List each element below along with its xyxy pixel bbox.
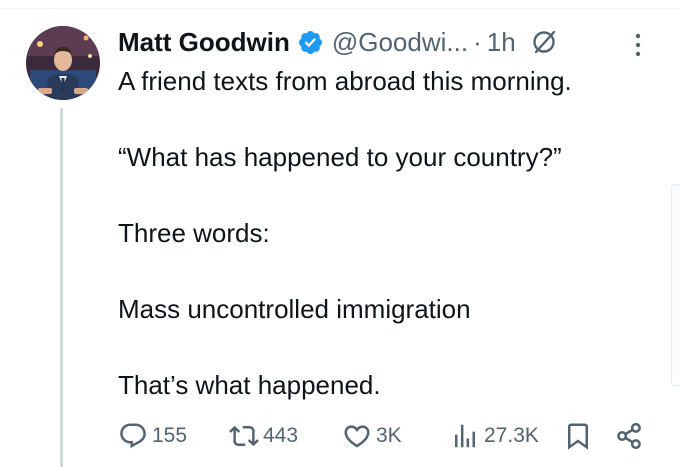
tweet-text-line: Mass uncontrolled immigration (118, 294, 471, 324)
author-avatar[interactable] (26, 26, 100, 100)
bookmark-icon (563, 421, 593, 451)
tweet-text-line: “What has happened to your country?” (118, 142, 562, 172)
avatar-image (26, 26, 100, 100)
views-button[interactable]: 27.3K (450, 418, 539, 454)
scrollbar[interactable] (671, 184, 680, 386)
reply-count: 155 (152, 424, 188, 447)
tweet-text: A friend texts from abroad this morning.… (118, 62, 663, 404)
author-name[interactable]: Matt Goodwin (118, 27, 290, 58)
like-count: 3K (376, 424, 402, 447)
repost-icon (229, 421, 259, 451)
reply-icon (118, 421, 148, 451)
tweet-text-line: Three words: (118, 218, 270, 248)
timestamp[interactable]: 1h (487, 27, 516, 58)
tweet-text-line: A friend texts from abroad this morning. (118, 66, 572, 96)
views-icon (450, 421, 480, 451)
author-handle[interactable]: @Goodwi... (332, 27, 468, 58)
like-icon (342, 421, 372, 451)
bookmark-button[interactable] (563, 418, 593, 454)
repost-count: 443 (263, 424, 299, 447)
separator-dot: · (473, 26, 482, 57)
tweet-header: Matt Goodwin @Goodwi... · 1h (118, 22, 558, 62)
like-button[interactable]: 3K (342, 418, 402, 454)
grok-icon[interactable] (530, 28, 558, 56)
thread-line (60, 108, 63, 467)
verified-badge-icon (297, 29, 324, 56)
share-button[interactable] (614, 418, 644, 454)
repost-button[interactable]: 443 (229, 418, 298, 454)
more-vertical-icon[interactable] (634, 32, 642, 58)
views-count: 27.3K (484, 424, 539, 447)
share-icon (614, 421, 644, 451)
tweet-text-line: That’s what happened. (118, 370, 381, 400)
top-divider (0, 8, 680, 9)
reply-button[interactable]: 155 (118, 418, 187, 454)
action-bar: 155 443 3K 27.3K (0, 418, 680, 454)
